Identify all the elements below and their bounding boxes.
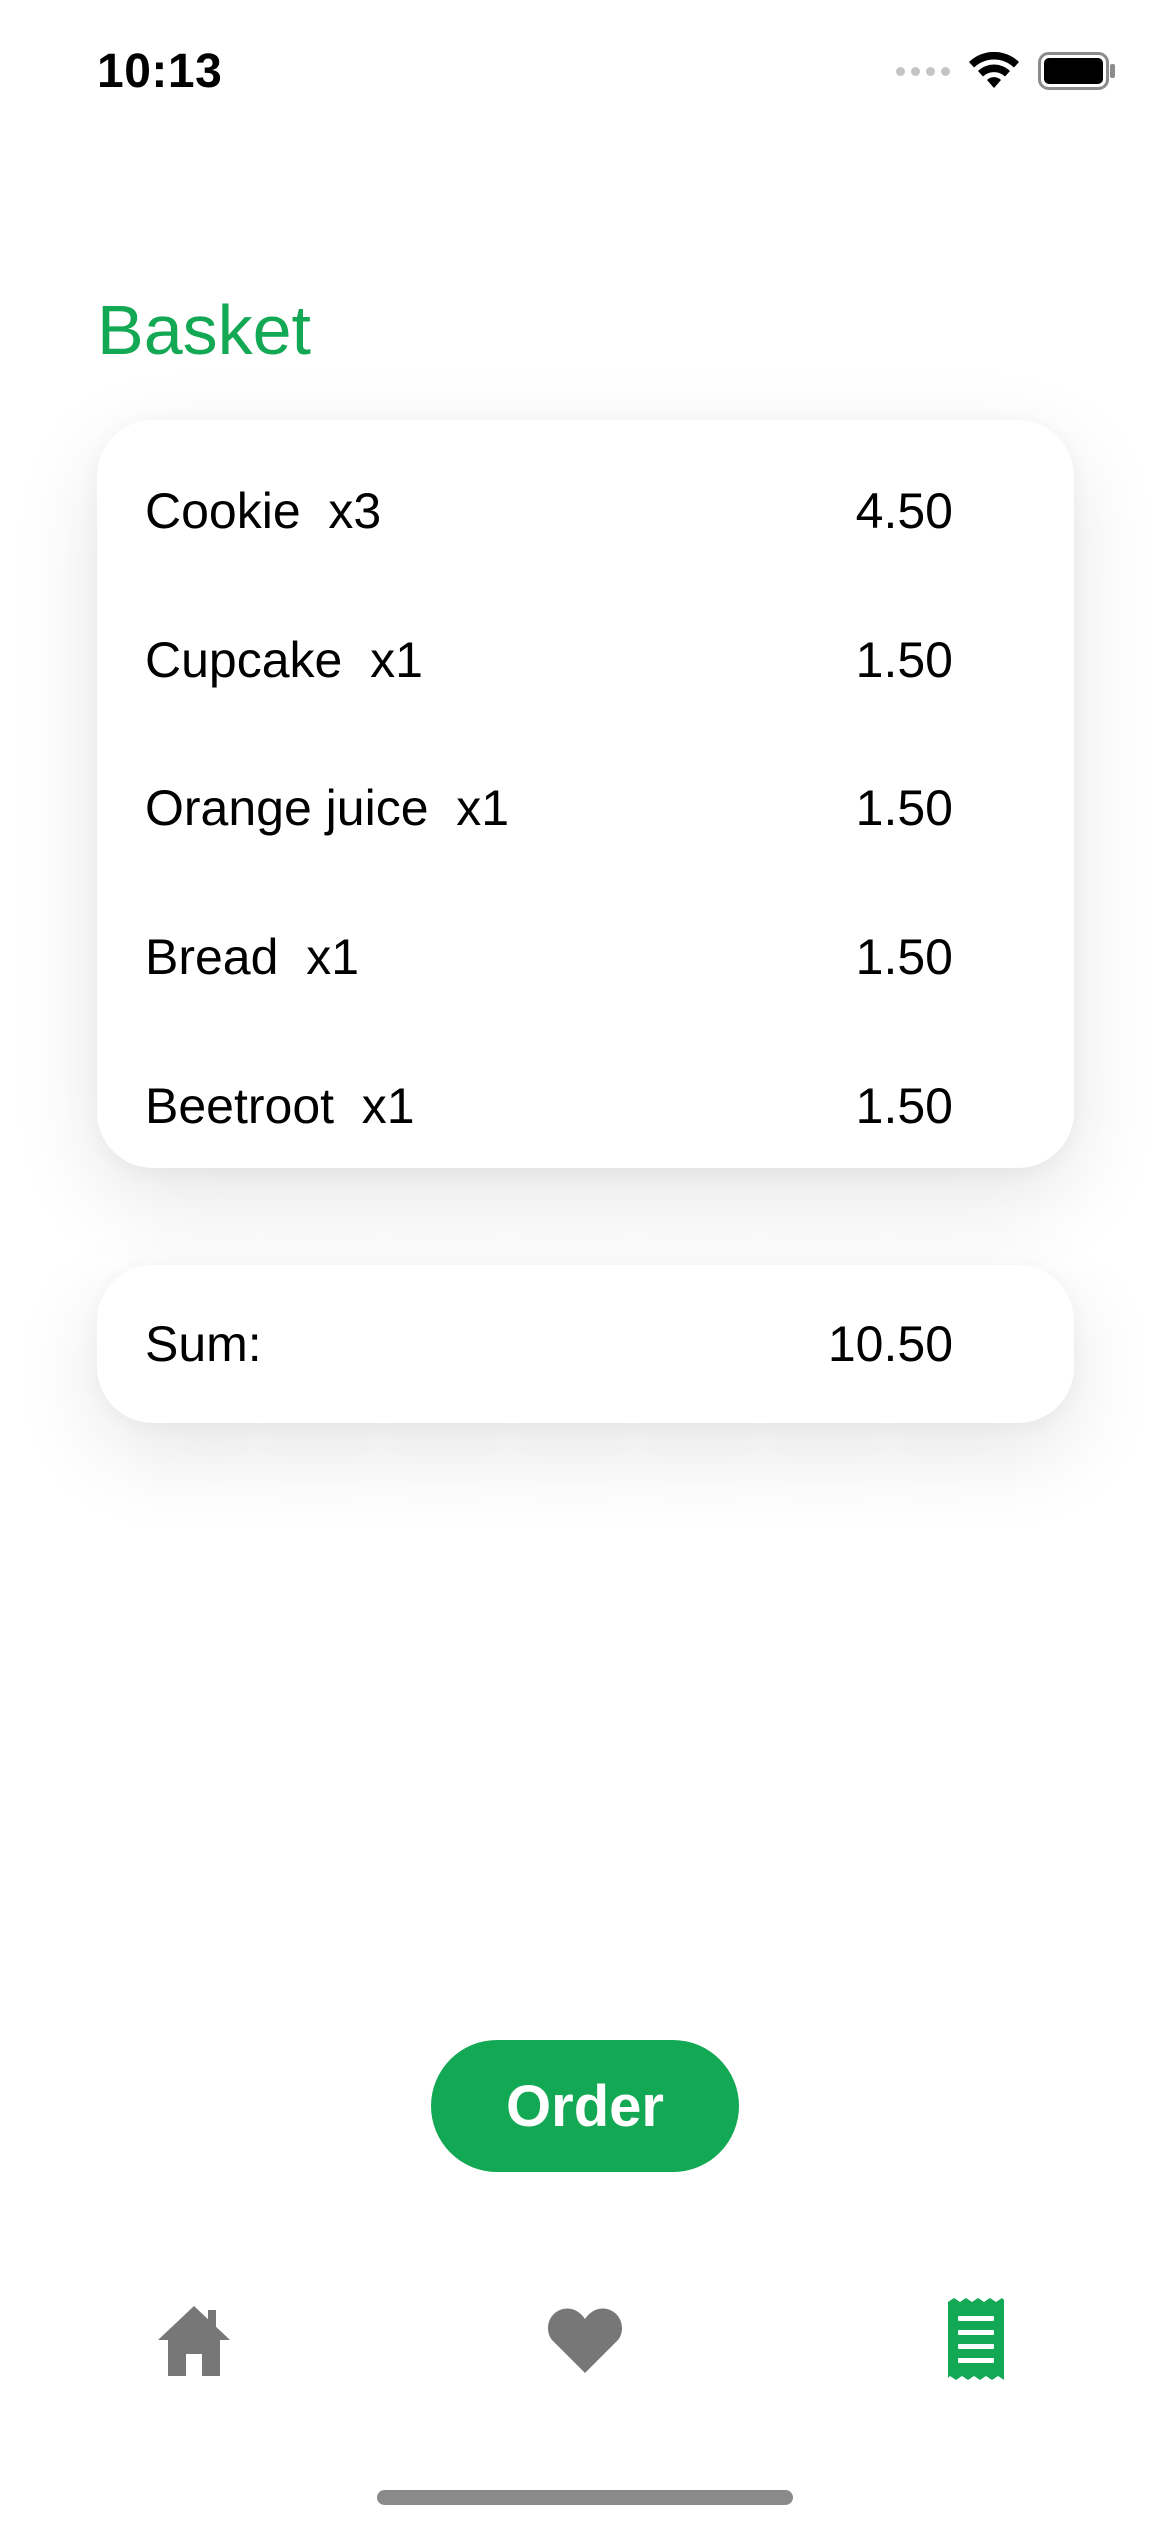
item-name: Cupcake x1 [145, 632, 423, 688]
tab-basket[interactable] [916, 2280, 1036, 2400]
sum-card: Sum: 10.50 [97, 1265, 1074, 1423]
wifi-icon [969, 52, 1019, 88]
sum-label: Sum: [145, 1316, 262, 1372]
item-price: 1.50 [855, 1078, 953, 1134]
item-price: 4.50 [855, 483, 953, 539]
status-bar: 10:13 [0, 0, 1170, 150]
heart-icon [547, 2308, 623, 2373]
tab-bar [0, 2280, 1170, 2410]
list-item: Orange juice x1 1.50 [145, 768, 953, 848]
list-item: Cupcake x1 1.50 [145, 620, 953, 700]
list-item: Beetroot x1 1.50 [145, 1066, 953, 1146]
status-icons [896, 52, 1116, 90]
item-name: Beetroot x1 [145, 1078, 415, 1134]
basket-screen: 10:13 Basket Cookie x3 4.50 Cupcake x1 1… [0, 0, 1170, 2532]
receipt-icon [948, 2298, 1004, 2380]
cellular-signal-icon [896, 66, 950, 76]
list-item: Bread x1 1.50 [145, 917, 953, 997]
item-name: Cookie x3 [145, 483, 382, 539]
sum-value: 10.50 [827, 1316, 953, 1372]
order-button[interactable]: Order [431, 2040, 739, 2172]
page-title: Basket [97, 291, 311, 369]
list-item: Cookie x3 4.50 [145, 471, 953, 551]
battery-icon [1038, 52, 1115, 90]
basket-items-card: Cookie x3 4.50 Cupcake x1 1.50 Orange ju… [97, 420, 1074, 1168]
item-price: 1.50 [855, 929, 953, 985]
tab-favorites[interactable] [525, 2280, 645, 2400]
home-icon [158, 2306, 230, 2376]
item-price: 1.50 [855, 780, 953, 836]
home-indicator[interactable] [377, 2490, 793, 2505]
item-name: Bread x1 [145, 929, 360, 985]
status-time: 10:13 [97, 45, 223, 98]
tab-home[interactable] [134, 2280, 254, 2400]
sum-row: Sum: 10.50 [145, 1304, 953, 1384]
item-price: 1.50 [855, 632, 953, 688]
item-name: Orange juice x1 [145, 780, 510, 836]
